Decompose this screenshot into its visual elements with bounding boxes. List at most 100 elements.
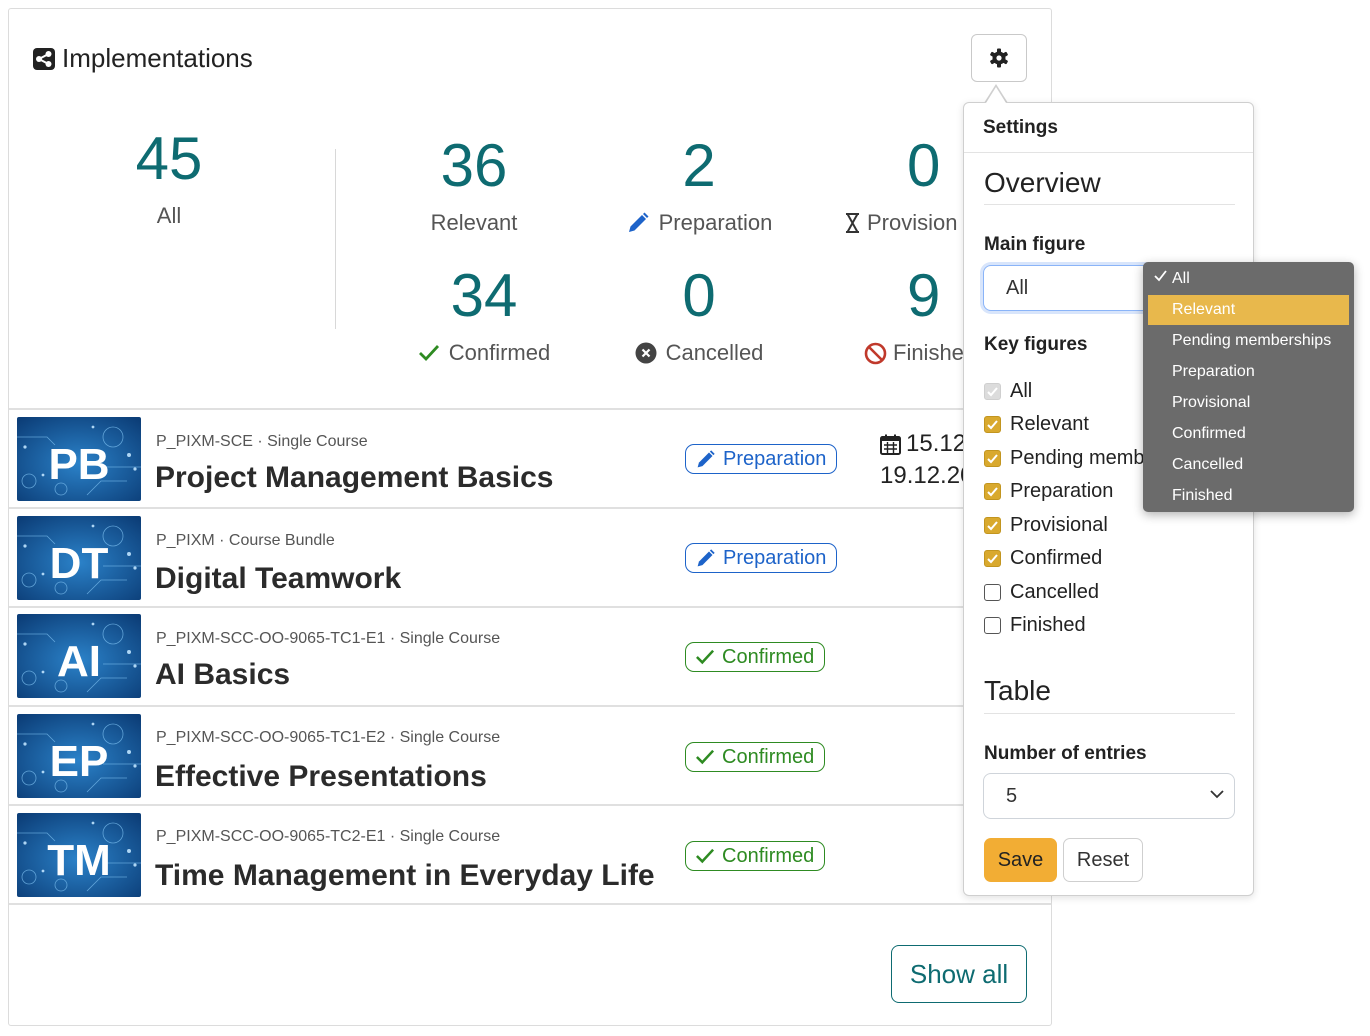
x-circle-icon — [635, 342, 657, 364]
hourglass-icon — [845, 213, 860, 233]
stat-relevant-label: Relevant — [430, 210, 518, 235]
dropdown-option-label: Cancelled — [1172, 456, 1244, 473]
course-title[interactable]: Effective Presentations — [155, 760, 487, 794]
checkbox-unchecked[interactable] — [984, 617, 1001, 634]
status-badge-label: Confirmed — [722, 844, 815, 867]
course-initials: PB — [48, 440, 109, 489]
dropdown-option-relevant[interactable]: Relevant — [1148, 295, 1349, 325]
dropdown-option-cancelled[interactable]: Cancelled — [1148, 450, 1349, 480]
stat-cancelled-value: 0 — [682, 262, 716, 329]
stat-provisional-label: Provision — [867, 210, 958, 235]
pencil-icon — [628, 212, 649, 232]
course-title[interactable]: Project Management Basics — [155, 461, 553, 495]
dropdown-option-label: Confirmed — [1172, 425, 1246, 442]
course-thumbnail-image: TM — [17, 813, 141, 897]
status-badge-label: Confirmed — [722, 745, 815, 768]
key-figure-finished[interactable]: Finished — [984, 614, 1086, 637]
course-title[interactable]: Digital Teamwork — [155, 562, 401, 596]
checkbox-checked[interactable] — [984, 483, 1001, 500]
dropdown-option-confirmed[interactable]: Confirmed — [1148, 419, 1349, 449]
course-initials: AI — [57, 637, 101, 686]
stat-preparation[interactable]: 2 Preparation — [599, 136, 799, 236]
check-icon — [1154, 270, 1167, 282]
course-meta: P_PIXM-SCC-OO-9065-TC1-E1 · Single Cours… — [156, 630, 501, 647]
checkbox-unchecked[interactable] — [984, 584, 1001, 601]
stat-cancelled[interactable]: 0 Cancelled — [604, 266, 794, 366]
dropdown-option-preparation[interactable]: Preparation — [1148, 357, 1349, 387]
check-icon — [696, 848, 715, 864]
course-title[interactable]: Time Management in Everyday Life — [155, 859, 655, 893]
course-thumbnail-image: EP — [17, 714, 141, 798]
list-item[interactable]: PB P_PIXM-SCE · Single Course Project Ma… — [9, 410, 1051, 509]
stat-all[interactable]: 45 All — [113, 129, 225, 229]
course-thumbnail: EP — [17, 714, 141, 798]
list-item[interactable]: AI P_PIXM-SCC-OO-9065-TC1-E1 · Single Co… — [9, 608, 1051, 707]
show-all-button[interactable]: Show all — [891, 945, 1027, 1003]
course-thumbnail-image: DT — [17, 516, 141, 600]
key-figure-preparation[interactable]: Preparation — [984, 480, 1113, 503]
key-figure-relevant[interactable]: Relevant — [984, 413, 1089, 436]
card-title: Implementations — [33, 43, 253, 74]
course-initials: TM — [47, 836, 111, 885]
list-item[interactable]: TM P_PIXM-SCC-OO-9065-TC2-E1 · Single Co… — [9, 806, 1051, 905]
checkbox-disabled — [984, 383, 1001, 400]
key-figure-label: Pending membe — [1010, 447, 1156, 469]
dropdown-option-pending[interactable]: Pending memberships — [1148, 326, 1349, 356]
card-title-text: Implementations — [62, 43, 253, 73]
check-icon — [418, 345, 439, 362]
stat-confirmed-label: Confirmed — [448, 340, 551, 365]
pencil-icon — [697, 548, 715, 566]
checkbox-checked[interactable] — [984, 450, 1001, 467]
status-badge-label: Confirmed — [722, 645, 815, 668]
key-figure-label: Provisional — [1010, 514, 1108, 536]
course-meta: P_PIXM-SCE · Single Course — [156, 433, 368, 450]
status-badge: Preparation — [685, 444, 838, 474]
calendar-icon — [880, 434, 901, 455]
key-figure-label: Relevant — [1010, 413, 1089, 435]
course-thumbnail-image: AI — [17, 614, 141, 698]
dropdown-option-all[interactable]: All — [1148, 264, 1349, 294]
key-figure-provisional[interactable]: Provisional — [984, 514, 1108, 537]
pencil-icon — [697, 449, 715, 467]
course-meta: P_PIXM-SCC-OO-9065-TC2-E1 · Single Cours… — [156, 828, 501, 845]
table-divider — [984, 713, 1235, 714]
main-figure-dropdown: All Relevant Pending memberships Prepara… — [1143, 262, 1354, 512]
course-meta: P_PIXM-SCC-OO-9065-TC1-E2 · Single Cours… — [156, 729, 501, 746]
stat-confirmed-value: 34 — [450, 262, 518, 329]
settings-button[interactable] — [971, 34, 1027, 82]
stat-all-value: 45 — [135, 125, 203, 192]
save-button[interactable]: Save — [984, 838, 1057, 882]
list-item[interactable]: EP P_PIXM-SCC-OO-9065-TC1-E2 · Single Co… — [9, 707, 1051, 806]
dropdown-option-provisional[interactable]: Provisional — [1148, 388, 1349, 418]
checkbox-checked[interactable] — [984, 550, 1001, 567]
stat-cancelled-label: Cancelled — [665, 340, 764, 365]
course-title[interactable]: AI Basics — [155, 658, 290, 692]
course-meta: P_PIXM · Course Bundle — [156, 532, 335, 549]
dropdown-option-label: Finished — [1172, 487, 1233, 504]
key-figure-all[interactable]: All — [984, 380, 1032, 403]
key-figure-confirmed[interactable]: Confirmed — [984, 547, 1102, 570]
status-badge-label: Preparation — [723, 447, 827, 470]
stat-all-label: All — [156, 203, 182, 228]
gear-icon — [990, 48, 1008, 68]
check-icon — [696, 649, 715, 665]
key-figure-label: Confirmed — [1010, 547, 1103, 569]
row-divider — [9, 903, 1051, 905]
entries-value: 5 — [1006, 785, 1018, 807]
key-figures-label: Key figures — [984, 334, 1088, 355]
course-thumbnail: PB — [17, 417, 141, 501]
list-item[interactable]: DT P_PIXM · Course Bundle Digital Teamwo… — [9, 509, 1051, 608]
key-figure-pending[interactable]: Pending membe — [984, 447, 1156, 470]
key-figure-cancelled[interactable]: Cancelled — [984, 581, 1099, 604]
main-figure-value: All — [1006, 277, 1029, 299]
entries-select[interactable]: 5 — [983, 773, 1235, 819]
checkbox-checked[interactable] — [984, 416, 1001, 433]
dropdown-option-finished[interactable]: Finished — [1148, 481, 1349, 511]
date-end: 19.12.20 — [880, 462, 974, 489]
stat-relevant[interactable]: 36 Relevant — [394, 136, 554, 236]
stat-confirmed[interactable]: 34 Confirmed — [404, 266, 564, 366]
reset-button[interactable]: Reset — [1063, 838, 1143, 882]
checkbox-checked[interactable] — [984, 517, 1001, 534]
entries-label: Number of entries — [984, 743, 1147, 764]
key-figure-label: Finished — [1010, 614, 1086, 636]
